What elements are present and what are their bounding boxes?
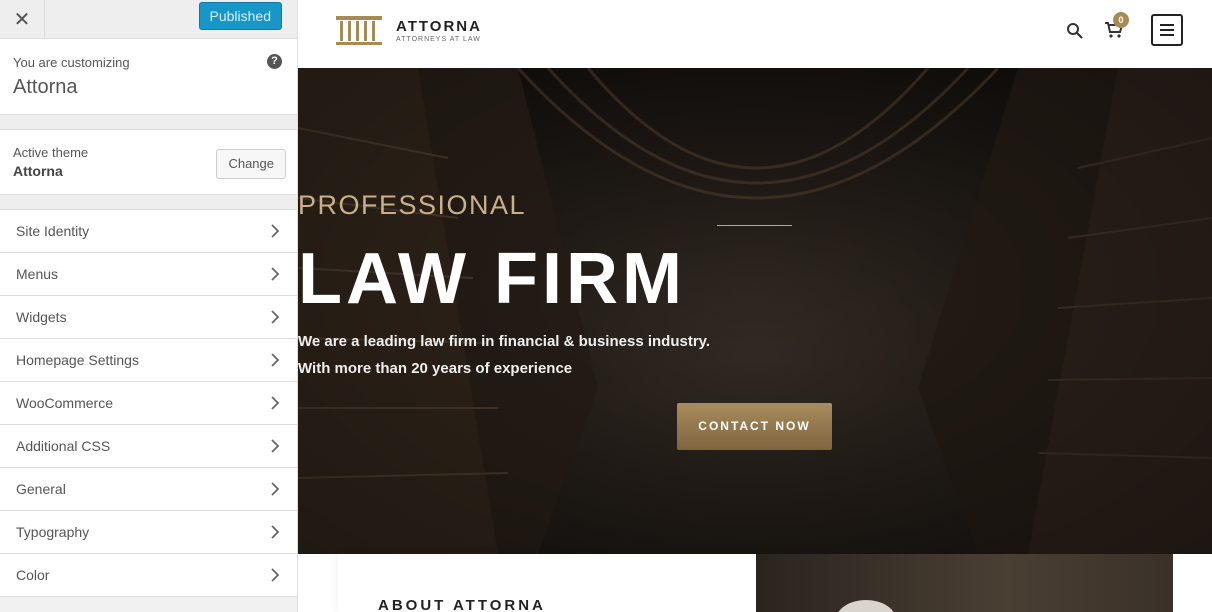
chevron-right-icon	[271, 310, 280, 324]
sidebar-item-label: Widgets	[16, 309, 67, 325]
chevron-right-icon	[271, 525, 280, 539]
sidebar-item-site-identity[interactable]: Site Identity	[0, 210, 297, 253]
close-icon[interactable]: ✕	[0, 0, 45, 38]
sidebar-item-menus[interactable]: Menus	[0, 253, 297, 296]
change-theme-button[interactable]: Change	[216, 149, 286, 179]
about-title: ABOUT ATTORNA	[378, 597, 546, 612]
sidebar-item-label: Typography	[16, 524, 90, 540]
sidebar-item-color[interactable]: Color	[0, 554, 297, 597]
hamburger-menu-button[interactable]	[1151, 14, 1183, 46]
chevron-right-icon	[271, 396, 280, 410]
customizer-sidebar: ✕ Published You are customizing Attorna …	[0, 0, 298, 612]
sidebar-item-homepage-settings[interactable]: Homepage Settings	[0, 339, 297, 382]
publish-button[interactable]: Published	[198, 2, 282, 30]
hero-kicker: PROFESSIONAL	[298, 190, 527, 220]
sidebar-item-additional-css[interactable]: Additional CSS	[0, 425, 297, 468]
hero-divider	[717, 225, 792, 226]
customizer-menu: Site Identity Menus Widgets Homepage Set…	[0, 210, 297, 597]
site-header: ATTORNA ATTORNEYS AT LAW 0	[298, 0, 1212, 68]
logo-name: ATTORNA	[396, 17, 482, 35]
chevron-right-icon	[271, 267, 280, 281]
hamburger-icon	[1160, 24, 1174, 36]
section-divider	[0, 195, 297, 210]
logo-text: ATTORNA ATTORNEYS AT LAW	[396, 18, 482, 43]
site-preview: ATTORNA ATTORNEYS AT LAW 0 PROFESSIONAL …	[298, 0, 1212, 612]
chevron-right-icon	[271, 568, 280, 582]
active-theme-panel: Active theme Attorna Change	[0, 130, 297, 195]
sidebar-item-label: General	[16, 481, 66, 497]
customizing-caption: You are customizing	[13, 55, 130, 70]
customizer-topbar: ✕ Published	[0, 0, 297, 39]
sidebar-item-label: Color	[16, 567, 50, 583]
sidebar-item-label: Homepage Settings	[16, 352, 139, 368]
hero-section: PROFESSIONAL LAW FIRM We are a leading l…	[298, 68, 1212, 554]
about-card: ABOUT ATTORNA	[338, 554, 756, 612]
search-icon[interactable]	[1066, 22, 1084, 40]
sidebar-item-general[interactable]: General	[0, 468, 297, 511]
hero-title: LAW FIRM	[298, 239, 686, 319]
chevron-right-icon	[271, 353, 280, 367]
customizing-info: You are customizing Attorna ?	[0, 39, 297, 115]
section-divider	[0, 115, 297, 130]
sidebar-item-label: Additional CSS	[16, 438, 111, 454]
chevron-right-icon	[271, 439, 280, 453]
sidebar-item-label: WooCommerce	[16, 395, 113, 411]
help-icon[interactable]: ?	[267, 54, 282, 69]
about-photo	[756, 554, 1173, 612]
hero-subtitle-line1: We are a leading law firm in financial &…	[298, 333, 711, 350]
customizing-title: Attorna	[13, 76, 78, 98]
contact-now-button[interactable]: CONTACT NOW	[677, 403, 832, 450]
logo-tagline: ATTORNEYS AT LAW	[396, 35, 481, 43]
sidebar-item-typography[interactable]: Typography	[0, 511, 297, 554]
sidebar-item-label: Site Identity	[16, 223, 90, 239]
cart-count-badge: 0	[1113, 12, 1129, 28]
hero-subtitle-line2: With more than 20 years of experience	[298, 360, 573, 377]
chevron-right-icon	[271, 482, 280, 496]
attorney-portrait	[836, 600, 896, 612]
site-logo[interactable]: ATTORNA ATTORNEYS AT LAW	[334, 14, 482, 46]
sidebar-item-woocommerce[interactable]: WooCommerce	[0, 382, 297, 425]
chevron-right-icon	[271, 224, 280, 238]
sidebar-item-widgets[interactable]: Widgets	[0, 296, 297, 339]
courthouse-icon	[336, 16, 382, 45]
sidebar-item-label: Menus	[16, 266, 59, 282]
